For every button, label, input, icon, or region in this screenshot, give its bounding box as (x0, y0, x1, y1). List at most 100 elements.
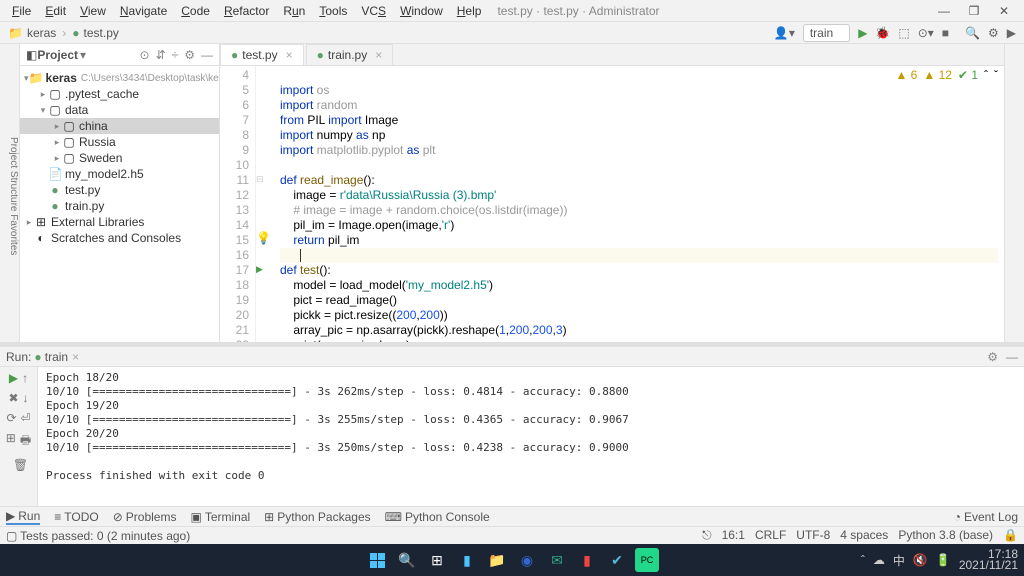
coverage-button[interactable]: ⬚ (898, 26, 909, 40)
menu-tools[interactable]: Tools (313, 2, 353, 20)
status-indent[interactable]: 4 spaces (840, 528, 888, 543)
menu-navigate[interactable]: Navigate (114, 2, 173, 20)
menu-code[interactable]: Code (175, 2, 216, 20)
search-icon[interactable]: 🔍 (395, 548, 419, 572)
gutter-marks[interactable]: ⊟💡▶ (256, 66, 274, 342)
tray-expand-icon[interactable]: ˆ (861, 553, 865, 567)
tab-problems[interactable]: ⊘ Problems (113, 510, 177, 524)
project-tree[interactable]: ▾📁kerasC:\Users\3434\Desktop\task\keras … (20, 66, 219, 250)
tray-ime-icon[interactable]: 中 (893, 552, 905, 569)
trash-icon[interactable]: 🗑 (13, 458, 28, 472)
run-button[interactable]: ▶ (858, 26, 867, 40)
run-config-selector[interactable]: train (803, 24, 850, 42)
locate-icon[interactable]: ⊙ (140, 48, 150, 62)
right-tool-stripe[interactable] (1004, 44, 1024, 342)
tree-sweden[interactable]: ▸▢Sweden (20, 150, 219, 166)
app-icon-1[interactable]: ▮ (455, 548, 479, 572)
close-tab-icon[interactable]: × (375, 48, 382, 62)
lock-icon[interactable]: 🔒 (1003, 528, 1018, 543)
tab-event-log[interactable]: ◔ Event Log (954, 510, 1018, 524)
soft-wrap-icon[interactable]: ⏎ (21, 411, 31, 425)
status-caret-pos[interactable]: 16:1 (722, 528, 745, 543)
tab-python-console[interactable]: ⌨ Python Console (385, 510, 490, 524)
status-indicator-icon[interactable]: ▢ (6, 529, 17, 543)
run-settings-icon[interactable]: ⚙ (987, 350, 998, 364)
menu-refactor[interactable]: Refactor (218, 2, 275, 20)
rerun-icon[interactable]: ▶ (9, 371, 18, 385)
menu-file[interactable]: File (6, 2, 37, 20)
scroll-down-icon[interactable]: ↓ (23, 391, 29, 405)
panel-settings-icon[interactable]: ⚙ (184, 48, 195, 62)
tray-battery-icon[interactable]: 🔋 (936, 553, 951, 567)
hide-panel-icon[interactable]: — (201, 48, 213, 62)
menu-view[interactable]: View (74, 2, 112, 20)
office-icon[interactable]: ▮ (575, 548, 599, 572)
restart-icon[interactable]: ⟳ (6, 411, 16, 425)
menu-window[interactable]: Window (394, 2, 449, 20)
pycharm-icon[interactable]: PC (635, 548, 659, 572)
status-encoding[interactable]: UTF-8 (796, 528, 830, 543)
menu-help[interactable]: Help (451, 2, 488, 20)
debug-button[interactable]: 🐞 (875, 26, 890, 40)
collapse-all-icon[interactable]: ÷ (172, 48, 179, 62)
edge-icon[interactable]: ◉ (515, 548, 539, 572)
close-run-tab-icon[interactable]: × (72, 350, 79, 364)
minimize-button[interactable]: — (930, 4, 958, 18)
tree-data[interactable]: ▾▢data (20, 102, 219, 118)
mail-icon[interactable]: ✉ (545, 548, 569, 572)
goto-line-icon[interactable]: ⎋ (702, 528, 712, 543)
hide-run-icon[interactable]: — (1006, 350, 1018, 364)
tree-pytest-cache[interactable]: ▸▢.pytest_cache (20, 86, 219, 102)
maximize-button[interactable]: ❐ (960, 4, 988, 18)
inspection-hints[interactable]: ▲ 6 ▲ 12 ✔ 1 ˆˇ (895, 68, 998, 82)
expand-all-icon[interactable]: ⇵ (156, 48, 166, 62)
breadcrumb-root[interactable]: keras (27, 26, 56, 40)
tab-test-py[interactable]: ●test.py× (220, 44, 304, 65)
task-view-icon[interactable]: ⊞ (425, 548, 449, 572)
tree-train-py[interactable]: ●train.py (20, 198, 219, 214)
tree-root[interactable]: ▾📁kerasC:\Users\3434\Desktop\task\keras (20, 70, 219, 86)
tab-python-packages[interactable]: ⊞ Python Packages (264, 510, 370, 524)
tree-model-file[interactable]: 📄my_model2.h5 (20, 166, 219, 182)
print-icon[interactable]: 🖶 (20, 431, 31, 452)
tree-external-libs[interactable]: ▸⊞External Libraries (20, 214, 219, 230)
tree-russia[interactable]: ▸▢Russia (20, 134, 219, 150)
stop-icon[interactable]: ✖ (8, 391, 18, 405)
tree-scratches[interactable]: ◐Scratches and Consoles (20, 230, 219, 246)
close-button[interactable]: ✕ (990, 4, 1018, 18)
tab-run[interactable]: ▶ Run (6, 509, 40, 525)
tray-cloud-icon[interactable]: ☁ (873, 553, 885, 567)
todo-icon[interactable]: ✔ (605, 548, 629, 572)
project-panel-title[interactable]: Project (37, 48, 78, 62)
start-button[interactable] (365, 548, 389, 572)
scroll-up-icon[interactable]: ↑ (22, 371, 28, 385)
menu-run[interactable]: Run (277, 2, 311, 20)
breadcrumb-file[interactable]: test.py (84, 26, 119, 40)
layout-icon[interactable]: ⊞ (6, 431, 16, 452)
tray-volume-icon[interactable]: 🔇 (913, 553, 928, 567)
stop-button[interactable]: ■ (942, 26, 949, 40)
menu-vcs[interactable]: VCS (355, 2, 392, 20)
file-explorer-icon[interactable]: 📁 (485, 548, 509, 572)
tab-todo[interactable]: ≡ TODO (54, 510, 98, 524)
code-area[interactable]: import osimport randomfrom PIL import Im… (274, 66, 1004, 342)
status-interpreter[interactable]: Python 3.8 (base) (898, 528, 993, 543)
code-editor[interactable]: ▲ 6 ▲ 12 ✔ 1 ˆˇ 456789101112131415161718… (220, 66, 1004, 342)
project-view-dropdown[interactable]: ▾ (80, 48, 86, 62)
user-icon[interactable]: 👤▾ (774, 26, 795, 40)
tab-terminal[interactable]: ▣ Terminal (190, 510, 250, 524)
ide-errors-button[interactable]: ▶ (1007, 26, 1016, 40)
search-everywhere-button[interactable]: 🔍 (965, 26, 980, 40)
status-line-sep[interactable]: CRLF (755, 528, 786, 543)
settings-button[interactable]: ⚙ (988, 26, 999, 40)
tree-test-py[interactable]: ●test.py (20, 182, 219, 198)
menu-edit[interactable]: Edit (39, 2, 72, 20)
tree-china[interactable]: ▸▢china (20, 118, 219, 134)
profile-button[interactable]: ⊙▾ (918, 26, 934, 40)
tab-train-py[interactable]: ●train.py× (306, 44, 394, 65)
tray-clock[interactable]: 17:182021/11/21 (959, 549, 1018, 571)
console-output[interactable]: Epoch 18/20 10/10 [=====================… (38, 367, 1024, 506)
close-tab-icon[interactable]: × (286, 48, 293, 62)
left-tool-stripe[interactable]: Project Structure Favorites (0, 44, 20, 342)
run-config-name[interactable]: train (45, 350, 68, 364)
